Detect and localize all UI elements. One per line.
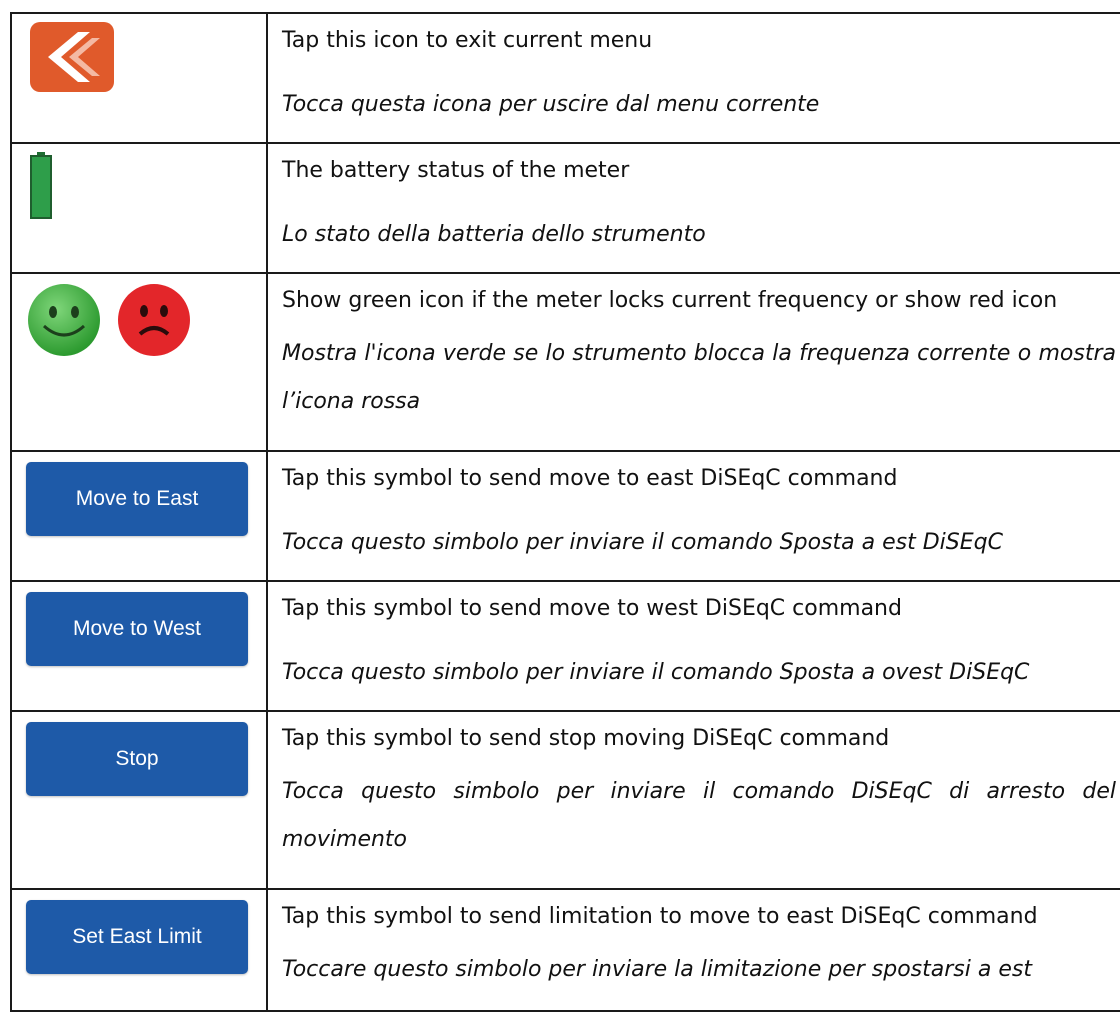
set-east-limit-button[interactable]: Set East Limit <box>26 900 248 974</box>
move-to-west-button[interactable]: Move to West <box>26 592 248 666</box>
description-cell: Tap this symbol to send move to west DiS… <box>268 582 1120 710</box>
description-cell: Tap this icon to exit current menu Tocca… <box>268 14 1120 142</box>
description-it: Toccare questo simbolo per inviare la li… <box>282 957 1032 982</box>
description-en: Tap this symbol to send limitation to mo… <box>282 904 1038 929</box>
description-en: Tap this symbol to send move to west DiS… <box>282 596 902 621</box>
move-to-east-button[interactable]: Move to East <box>26 462 248 536</box>
table-row: The battery status of the meter Lo stato… <box>10 144 1120 274</box>
description-cell: Tap this symbol to send move to east DiS… <box>268 452 1120 580</box>
table-row: Stop Tap this symbol to send stop moving… <box>10 712 1120 890</box>
table-row: Show green icon if the meter locks curre… <box>10 274 1120 452</box>
table-row: Move to West Tap this symbol to send mov… <box>10 582 1120 712</box>
description-en: Show green icon if the meter locks curre… <box>282 288 1058 313</box>
description-en: Tap this symbol to send move to east DiS… <box>282 466 898 491</box>
description-it: Tocca questo simbolo per inviare il coma… <box>282 530 1003 555</box>
table-row: Move to East Tap this symbol to send mov… <box>10 452 1120 582</box>
table-row: Tap this icon to exit current menu Tocca… <box>10 14 1120 144</box>
description-cell: Show green icon if the meter locks curre… <box>268 274 1120 450</box>
description-en: Tap this symbol to send stop moving DiSE… <box>282 726 890 751</box>
stop-button[interactable]: Stop <box>26 722 248 796</box>
table-row: Set East Limit Tap this symbol to send l… <box>10 890 1120 1012</box>
description-en: The battery status of the meter <box>282 158 630 183</box>
icon-cell: Move to East <box>12 452 268 580</box>
icon-cell: Stop <box>12 712 268 888</box>
red-frown-icon <box>116 282 192 362</box>
description-it: Tocca questa icona per uscire dal menu c… <box>282 92 820 117</box>
description-it: Lo stato della batteria dello strumento <box>282 222 706 247</box>
description-cell: Tap this symbol to send limitation to mo… <box>268 890 1120 1010</box>
icon-description-table: Tap this icon to exit current menu Tocca… <box>10 12 1120 1012</box>
description-it: Tocca questo simbolo per inviare il coma… <box>282 779 1116 852</box>
description-it: Tocca questo simbolo per inviare il coma… <box>282 660 1030 685</box>
icon-cell: Set East Limit <box>12 890 268 1010</box>
icon-cell <box>12 274 268 450</box>
back-arrow-icon[interactable] <box>30 22 114 92</box>
description-cell: The battery status of the meter Lo stato… <box>268 144 1120 272</box>
green-smiley-icon <box>26 282 102 362</box>
description-it: Mostra l'icona verde se lo strumento blo… <box>282 341 1116 414</box>
battery-icon <box>30 152 54 224</box>
icon-cell <box>12 144 268 272</box>
description-cell: Tap this symbol to send stop moving DiSE… <box>268 712 1120 888</box>
icon-cell <box>12 14 268 142</box>
icon-cell: Move to West <box>12 582 268 710</box>
description-en: Tap this icon to exit current menu <box>282 28 653 53</box>
